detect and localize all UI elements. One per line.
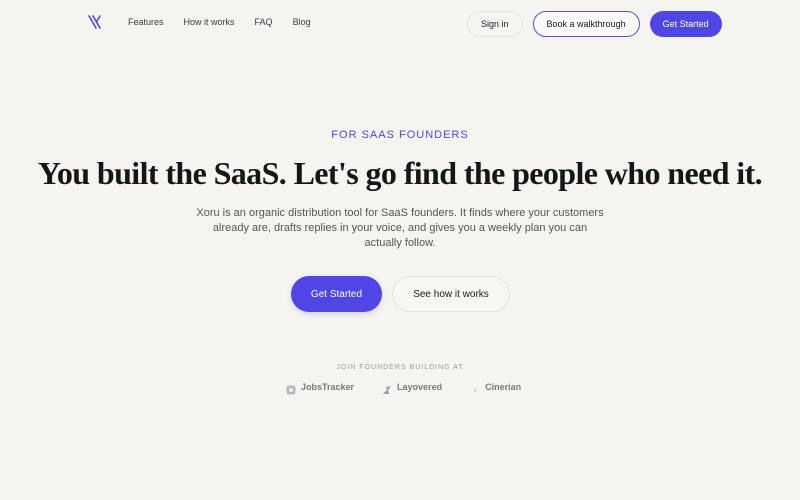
sign-in-button[interactable]: Sign in (467, 11, 523, 37)
hero-cta-row: Get Started See how it works (291, 276, 510, 312)
brand-layovered: Layovered (382, 382, 443, 394)
brand-logos: JobsTracker Layovered Cinerian (286, 382, 522, 395)
nav-links: Features How it works FAQ Blog (128, 17, 331, 27)
top-navbar: Features How it works FAQ Blog Sign in B… (0, 0, 800, 48)
book-walkthrough-button[interactable]: Book a walkthrough (532, 11, 640, 37)
cinerian-logo-icon (470, 382, 480, 393)
hero-get-started-button[interactable]: Get Started (291, 276, 382, 312)
xoru-logo-icon[interactable] (87, 14, 103, 30)
nav-link-blog[interactable]: Blog (293, 17, 311, 27)
nav-actions: Sign in Book a walkthrough Get Started (467, 11, 722, 37)
nav-link-features[interactable]: Features (128, 17, 164, 27)
nav-link-how-it-works[interactable]: How it works (184, 17, 235, 27)
brand-name: Cinerian (485, 382, 522, 392)
nav-link-faq[interactable]: FAQ (255, 17, 273, 27)
see-how-it-works-button[interactable]: See how it works (392, 276, 510, 312)
jobstracker-logo-icon (286, 382, 296, 395)
hero-subtitle: Xoru is an organic distribution tool for… (196, 207, 604, 249)
nav-get-started-button[interactable]: Get Started (649, 11, 722, 37)
hero-headline: You built the SaaS. Let's go find the pe… (37, 155, 763, 191)
brand-name: JobsTracker (301, 382, 355, 392)
hero-eyebrow: FOR SAAS FOUNDERS (331, 129, 469, 141)
layovered-logo-icon (382, 382, 392, 394)
brand-jobstracker: JobsTracker (286, 382, 355, 395)
brand-cinerian: Cinerian (470, 382, 522, 393)
brand-name: Layovered (397, 382, 443, 392)
social-proof-label: JOIN FOUNDERS BUILDING AT (336, 364, 464, 371)
